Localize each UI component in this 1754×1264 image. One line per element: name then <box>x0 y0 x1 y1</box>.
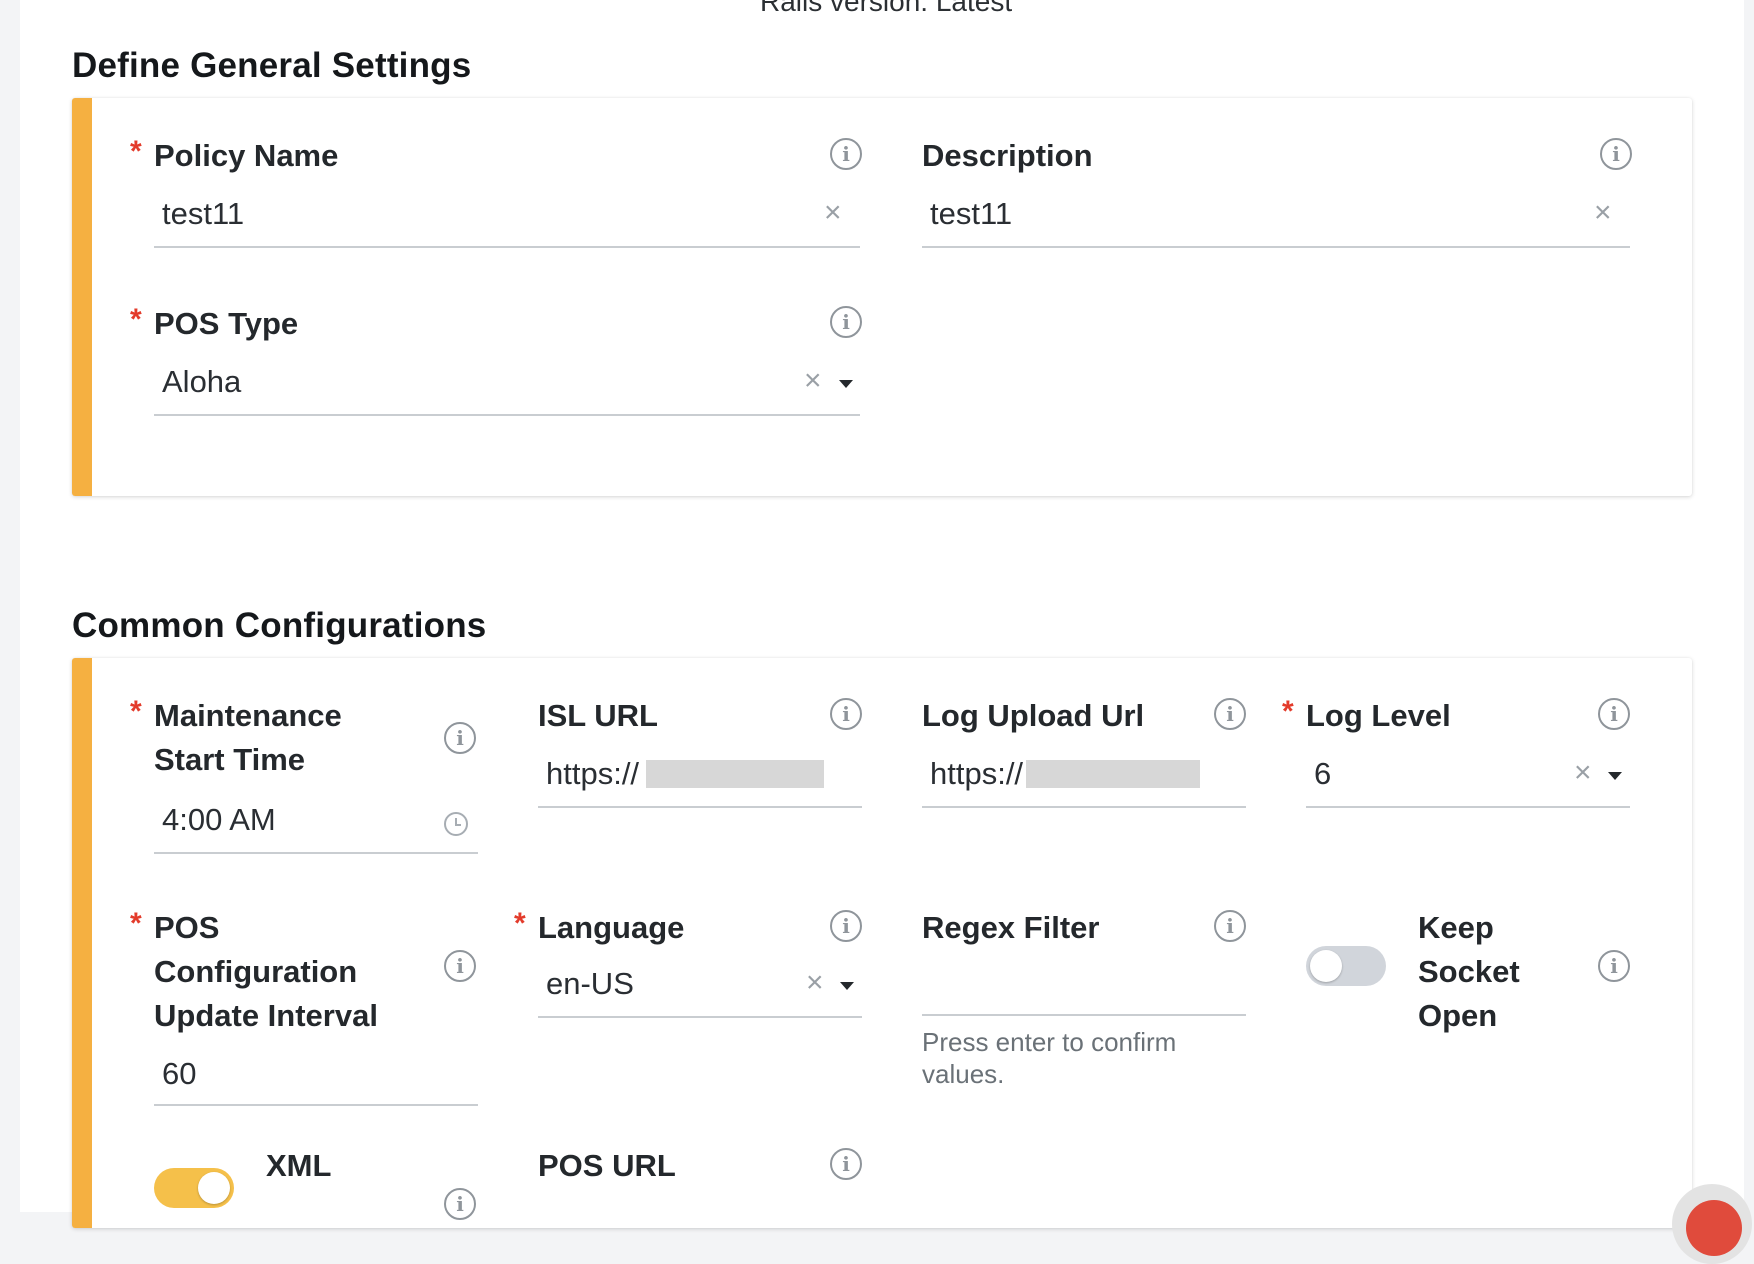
keep-socket-label-line2: Socket <box>1418 954 1520 989</box>
isl-url-label: ISL URL <box>538 698 658 733</box>
required-marker: * <box>130 135 142 168</box>
log-level-field: * Log Level i 6 × <box>1282 694 1630 854</box>
pos-url-field: POS URL i <box>538 1144 862 1228</box>
pos-type-label: POS Type <box>154 306 299 341</box>
pos-config-interval-value[interactable]: 60 <box>162 1056 196 1092</box>
xml-toggle[interactable] <box>154 1168 234 1208</box>
maintenance-label-line2: Start Time <box>154 742 306 777</box>
info-icon[interactable]: i <box>1214 698 1246 730</box>
general-settings-card: * Policy Name i test11 × Description i t… <box>72 98 1692 496</box>
info-icon[interactable]: i <box>444 1188 476 1220</box>
keep-socket-label-line3: Open <box>1418 998 1498 1033</box>
log-upload-url-label: Log Upload Url <box>922 698 1145 733</box>
regex-filter-label: Regex Filter <box>922 910 1100 945</box>
description-value[interactable]: test11 <box>930 196 1012 232</box>
info-icon[interactable]: i <box>1214 910 1246 942</box>
info-icon[interactable]: i <box>1598 950 1630 982</box>
xml-label: XML <box>266 1148 332 1183</box>
regex-filter-field: Regex Filter i Press enter to confirm va… <box>922 906 1246 1089</box>
info-icon[interactable]: i <box>1600 138 1632 170</box>
pos-type-underline <box>154 414 860 416</box>
section-title-general: Define General Settings <box>72 46 472 85</box>
policy-name-underline <box>154 246 860 248</box>
common-config-card: * Maintenance Start Time i 4:00 AM ISL U… <box>72 658 1692 1228</box>
toggle-knob <box>1310 950 1342 982</box>
policy-name-value[interactable]: test11 <box>162 196 244 232</box>
required-marker: * <box>514 907 526 940</box>
caret-down-icon[interactable] <box>839 380 853 388</box>
notification-dot <box>1686 1200 1742 1256</box>
regex-filter-underline <box>922 1014 1246 1016</box>
redacted-block <box>646 760 824 788</box>
required-marker: * <box>1282 695 1294 728</box>
language-underline <box>538 1016 862 1018</box>
card-accent-bar <box>72 658 92 1228</box>
info-icon[interactable]: i <box>444 950 476 982</box>
pos-config-label-line2: Configuration <box>154 954 358 989</box>
info-icon[interactable]: i <box>830 1148 862 1180</box>
regex-filter-hint-line2: values. <box>922 1059 1005 1089</box>
clear-icon[interactable]: × <box>824 198 842 228</box>
log-level-label: Log Level <box>1306 698 1451 733</box>
log-upload-url-field: Log Upload Url i https:// <box>922 694 1246 854</box>
pos-type-field: * POS Type i Aloha × <box>130 302 862 416</box>
required-marker: * <box>130 303 142 336</box>
chat-launcher-button[interactable] <box>1672 1184 1752 1264</box>
required-marker: * <box>130 907 142 940</box>
isl-url-value[interactable]: https:// <box>546 756 639 792</box>
pos-url-label: POS URL <box>538 1148 676 1183</box>
log-upload-url-value[interactable]: https:// <box>930 756 1023 792</box>
maintenance-label-line1: Maintenance <box>154 698 342 733</box>
page: Rails version: Latest Define General Set… <box>20 0 1744 1228</box>
info-icon[interactable]: i <box>830 306 862 338</box>
required-marker: * <box>130 695 142 728</box>
log-upload-url-underline <box>922 806 1246 808</box>
maintenance-start-time-field: * Maintenance Start Time i 4:00 AM <box>130 694 478 894</box>
pos-config-interval-field: * POS Configuration Update Interval i 60 <box>130 906 478 1106</box>
rails-version-text: Rails version: Latest <box>760 0 1013 17</box>
description-label: Description <box>922 138 1093 173</box>
pos-config-label-line3: Update Interval <box>154 998 378 1033</box>
clear-icon[interactable]: × <box>804 366 822 396</box>
language-field: * Language i en-US × <box>514 906 862 1026</box>
language-label: Language <box>538 910 685 945</box>
keep-socket-open-field: Keep Socket Open i <box>1306 906 1630 1056</box>
info-icon[interactable]: i <box>830 138 862 170</box>
section-title-common: Common Configurations <box>72 606 487 645</box>
maintenance-underline <box>154 852 478 854</box>
maintenance-time-value[interactable]: 4:00 AM <box>162 802 276 838</box>
clear-icon[interactable]: × <box>1594 198 1612 228</box>
toggle-knob <box>198 1172 230 1204</box>
language-value[interactable]: en-US <box>546 966 634 1002</box>
regex-filter-hint-line1: Press enter to confirm <box>922 1027 1177 1057</box>
policy-name-label: Policy Name <box>154 138 339 173</box>
caret-down-icon[interactable] <box>1608 772 1622 780</box>
log-level-underline <box>1306 806 1630 808</box>
clear-icon[interactable]: × <box>1574 758 1592 788</box>
isl-url-field: ISL URL i https:// <box>538 694 862 854</box>
isl-url-underline <box>538 806 862 808</box>
clear-icon[interactable]: × <box>806 968 824 998</box>
pos-config-underline <box>154 1104 478 1106</box>
log-level-value[interactable]: 6 <box>1314 756 1331 792</box>
card-accent-bar <box>72 98 92 496</box>
policy-name-field: * Policy Name i test11 × <box>130 134 862 248</box>
info-icon[interactable]: i <box>444 722 476 754</box>
info-icon[interactable]: i <box>830 698 862 730</box>
clock-icon[interactable] <box>444 812 468 836</box>
keep-socket-open-toggle[interactable] <box>1306 946 1386 986</box>
xml-field: XML i <box>154 1144 478 1228</box>
caret-down-icon[interactable] <box>840 982 854 990</box>
pos-type-value[interactable]: Aloha <box>162 364 241 400</box>
keep-socket-label-line1: Keep <box>1418 910 1494 945</box>
pos-config-label-line1: POS <box>154 910 220 945</box>
description-underline <box>922 246 1630 248</box>
info-icon[interactable]: i <box>1598 698 1630 730</box>
redacted-block <box>1026 760 1200 788</box>
description-field: Description i test11 × <box>922 134 1632 248</box>
info-icon[interactable]: i <box>830 910 862 942</box>
